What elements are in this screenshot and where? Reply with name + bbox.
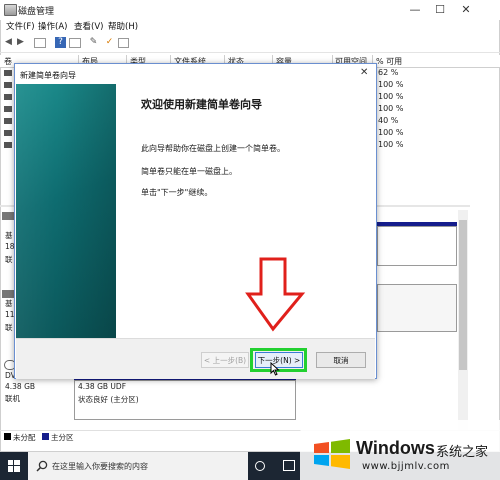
disk1-status: 联 [5,323,13,332]
back-arrow-icon[interactable]: ◀ [3,37,14,48]
wizard-heading: 欢迎使用新建简单卷向导 [141,98,262,111]
scrollbar-thumb[interactable] [459,220,467,370]
forward-arrow-icon[interactable]: ▶ [15,37,26,48]
help-icon[interactable]: ? [55,37,66,48]
task-view-icon[interactable] [283,460,295,471]
pct-cell: 62 % [378,68,399,77]
wizard-text-2: 简单卷只能在单一磁盘上。 [141,167,237,176]
disk1-label: 基 [5,299,13,308]
watermark-brand: Windows [356,438,435,458]
pct-cell: 100 % [378,128,404,137]
dvd-partition-size: 4.38 GB UDF [78,382,127,391]
pen-icon[interactable]: ✎ [88,37,99,48]
disk1-unallocated[interactable] [377,284,457,332]
pct-cell: 100 % [378,80,404,89]
dvd-status: 联机 [5,394,20,403]
legend-primary: 主分区 [51,433,74,442]
pct-cell: 100 % [378,104,404,113]
search-placeholder: 在这里输入你要搜索的内容 [52,462,148,471]
col-volume[interactable]: 卷 [4,56,12,67]
pct-cell: 100 % [378,140,404,149]
dialog-close-icon[interactable]: ✕ [360,67,368,78]
check-icon[interactable]: ✓ [104,37,115,48]
col-percent-free[interactable]: % 可用 [376,56,402,67]
cancel-button[interactable]: 取消 [316,352,366,368]
maximize-button[interactable]: ☐ [430,2,450,18]
search-icon [36,460,48,472]
cortana-icon[interactable] [255,461,265,471]
watermark-cn: 系统之家 [436,445,489,460]
pct-cell: 40 % [378,116,399,125]
view-icon[interactable] [118,38,129,48]
disk0-label: 基 [5,231,13,240]
dialog-title: 新建简单卷向导 [20,71,76,80]
primary-swatch [42,433,49,440]
back-button[interactable]: < 上一步(B) [201,352,249,368]
windows-logo-watermark [314,439,350,469]
title-bar [0,0,500,20]
properties-icon[interactable] [69,38,81,48]
window-title: 磁盘管理 [18,7,55,17]
menu-help[interactable]: 帮助(H) [108,20,138,32]
windows-start-icon[interactable] [8,460,20,472]
menu-view[interactable]: 查看(V) [74,20,103,32]
legend-unallocated: 未分配 [13,433,36,442]
disk-management-app-icon [4,4,17,16]
menu-action[interactable]: 操作(A) [38,20,67,32]
dvd-partition-status: 状态良好 (主分区) [78,395,139,404]
red-down-arrow-annotation [245,257,306,332]
menu-file[interactable]: 文件(F) [6,20,35,32]
close-window-button[interactable]: ✕ [456,2,476,18]
pct-cell: 100 % [378,92,404,101]
watermark-url: www.bjjmlv.com [362,461,450,472]
unallocated-swatch [4,433,11,440]
mouse-cursor-icon [270,362,280,376]
dvd-size: 4.38 GB [5,382,36,391]
disk0-partition[interactable] [377,226,457,266]
disk0-status: 联 [5,255,13,264]
wizard-text-1: 此向导帮助你在磁盘上创建一个简单卷。 [141,144,285,153]
minimize-button[interactable]: — [405,2,425,18]
console-tree-icon[interactable] [34,38,46,48]
wizard-text-3: 单击"下一步"继续。 [141,188,213,197]
